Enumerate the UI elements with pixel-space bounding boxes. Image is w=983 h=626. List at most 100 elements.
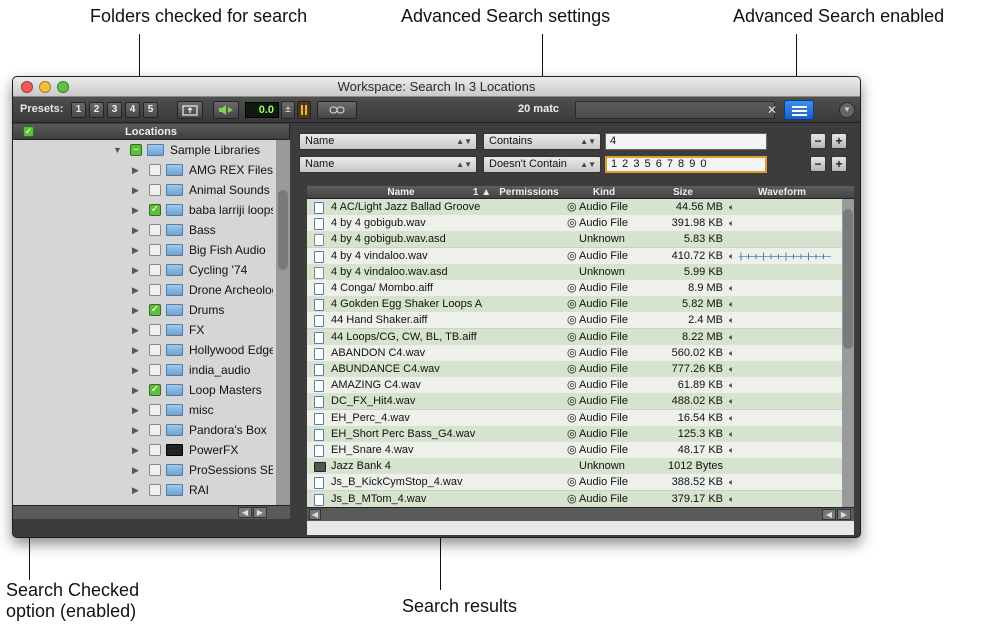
column-header-kind[interactable]: Kind — [569, 186, 639, 199]
results-horizontal-scrollbar[interactable]: ◀ ◀ ▶ — [307, 507, 854, 521]
column-header-size[interactable]: Size — [643, 186, 723, 199]
location-item[interactable]: ▶ ProSessions SE — [13, 460, 276, 480]
disclosure-right-icon[interactable]: ▶ — [132, 480, 139, 500]
results-scroll-left-icon[interactable]: ◀ — [309, 509, 321, 520]
location-item[interactable]: ▶ ✓ baba larriji loops — [13, 200, 276, 220]
locations-horizontal-scrollbar[interactable]: ◀ ▶ — [13, 505, 290, 519]
location-checkbox[interactable] — [149, 404, 161, 416]
result-row[interactable]: Js_B_MTom_4.wav ◎ Audio File 379.17 KB 🔈︎ — [307, 490, 842, 507]
location-item[interactable]: ▶ FX — [13, 320, 276, 340]
menu-dropdown-icon[interactable]: ▼ — [839, 102, 855, 118]
result-row[interactable]: EH_Snare 4.wav ◎ Audio File 48.17 KB 🔈︎ — [307, 442, 842, 459]
preset-button-1[interactable]: 1 — [71, 102, 86, 118]
location-checkbox[interactable] — [149, 244, 161, 256]
speaker-icon[interactable]: 🔈︎ — [729, 442, 734, 459]
speaker-icon[interactable]: 🔈︎ — [729, 345, 734, 362]
disclosure-right-icon[interactable]: ▶ — [132, 360, 139, 380]
location-checkbox[interactable] — [149, 484, 161, 496]
location-checkbox[interactable] — [149, 184, 161, 196]
location-item[interactable]: ▶ PowerFX — [13, 440, 276, 460]
preset-button-2[interactable]: 2 — [89, 102, 104, 118]
location-checkbox[interactable]: ✓ — [149, 384, 161, 396]
location-item[interactable]: ▼ – Sample Libraries — [13, 140, 276, 160]
disclosure-right-icon[interactable]: ▶ — [132, 280, 139, 300]
result-row[interactable]: 44 Loops/CG, CW, BL, TB.aiff ◎ Audio File… — [307, 328, 842, 346]
location-checkbox[interactable] — [149, 364, 161, 376]
volume-plus-minus-icon[interactable]: ± — [281, 101, 295, 119]
location-item[interactable]: ▶ ✓ Loop Masters — [13, 380, 276, 400]
speaker-icon[interactable]: 🔈︎ — [729, 199, 734, 216]
disclosure-right-icon[interactable]: ▶ — [132, 180, 139, 200]
speaker-icon[interactable]: 🔈︎ — [729, 296, 734, 313]
parent-folder-button[interactable] — [177, 101, 203, 119]
speaker-icon[interactable]: 🔈︎ — [729, 361, 734, 378]
column-header-waveform[interactable]: Waveform — [727, 186, 837, 199]
result-row[interactable]: AMAZING C4.wav ◎ Audio File 61.89 KB 🔈︎ — [307, 377, 842, 395]
location-checkbox[interactable] — [149, 284, 161, 296]
disclosure-right-icon[interactable]: ▶ — [132, 420, 139, 440]
result-row[interactable]: Jazz Bank 4 Unknown 1012 Bytes — [307, 458, 842, 476]
scroll-right-icon[interactable]: ▶ — [253, 507, 267, 518]
location-item[interactable]: ▶ ✓ Drums — [13, 300, 276, 320]
speaker-icon[interactable]: 🔈︎ — [729, 426, 734, 443]
result-row[interactable]: 4 AC/Light Jazz Ballad Groove ◎ Audio Fil… — [307, 199, 842, 216]
disclosure-right-icon[interactable]: ▶ — [132, 260, 139, 280]
speaker-icon[interactable]: 🔈︎ — [729, 377, 734, 394]
results-vertical-scrollbar[interactable] — [842, 199, 854, 507]
location-checkbox[interactable]: ✓ — [149, 304, 161, 316]
locations-scroll-thumb[interactable] — [278, 190, 288, 270]
location-item[interactable]: ▶ RAI — [13, 480, 276, 500]
speaker-icon[interactable]: 🔈︎ — [729, 491, 734, 507]
location-item[interactable]: ▶ Cycling '74 — [13, 260, 276, 280]
criteria-value-input-2[interactable]: 1 2 3 5 6 7 8 9 0 — [605, 156, 767, 173]
disclosure-right-icon[interactable]: ▶ — [132, 320, 139, 340]
preview-volume-display[interactable]: 0.0 — [245, 102, 279, 118]
location-item[interactable]: ▶ india_audio — [13, 360, 276, 380]
result-row[interactable]: Js_B_KickCymStop_4.wav ◎ Audio File 388.52… — [307, 474, 842, 492]
criteria-field-select-2[interactable]: Name ▲▼ — [299, 156, 477, 173]
remove-criteria-button-2[interactable]: − — [810, 156, 826, 172]
disclosure-right-icon[interactable]: ▶ — [132, 380, 139, 400]
preset-button-3[interactable]: 3 — [107, 102, 122, 118]
add-criteria-button-2[interactable]: + — [831, 156, 847, 172]
result-row[interactable]: 4 Gokden Egg Shaker Loops A ◎ Audio File 5… — [307, 296, 842, 314]
disclosure-right-icon[interactable]: ▶ — [132, 220, 139, 240]
disclosure-right-icon[interactable]: ▶ — [132, 160, 139, 180]
result-row[interactable]: ABUNDANCE C4.wav ◎ Audio File 777.26 KB 🔈︎ — [307, 361, 842, 378]
speaker-icon[interactable]: 🔈︎ — [729, 215, 734, 232]
result-row[interactable]: 4 by 4 vindaloo.wav.asd Unknown 5.99 KB — [307, 263, 842, 281]
location-item[interactable]: ▶ Animal Sounds — [13, 180, 276, 200]
speaker-icon[interactable]: 🔈︎ — [729, 280, 734, 297]
speaker-icon[interactable]: 🔈︎ — [729, 474, 734, 491]
location-checkbox[interactable] — [149, 344, 161, 356]
location-checkbox[interactable] — [149, 224, 161, 236]
add-criteria-button-1[interactable]: + — [831, 133, 847, 149]
result-row[interactable]: EH_Perc_4.wav ◎ Audio File 16.54 KB 🔈︎ — [307, 409, 842, 427]
scroll-left-icon[interactable]: ◀ — [238, 507, 252, 518]
disclosure-down-icon[interactable]: ▼ — [113, 140, 122, 160]
preset-button-5[interactable]: 5 — [143, 102, 158, 118]
column-header-permissions[interactable]: Permissions — [493, 186, 565, 199]
disclosure-right-icon[interactable]: ▶ — [132, 400, 139, 420]
location-checkbox[interactable] — [149, 264, 161, 276]
close-window-button[interactable] — [21, 81, 33, 93]
disclosure-right-icon[interactable]: ▶ — [132, 340, 139, 360]
results-scroll-right-icon[interactable]: ▶ — [837, 509, 851, 520]
results-scroll-thumb[interactable] — [843, 209, 853, 349]
location-item[interactable]: ▶ Pandora's Box — [13, 420, 276, 440]
criteria-field-select-1[interactable]: Name ▲▼ — [299, 133, 477, 150]
clear-search-icon[interactable]: ✕ — [765, 103, 779, 117]
result-row[interactable]: 4 by 4 gobigub.wav.asd Unknown 5.83 KB — [307, 231, 842, 249]
result-row[interactable]: 44 Hand Shaker.aiff ◎ Audio File 2.4 MB 🔈︎ — [307, 312, 842, 330]
preset-button-4[interactable]: 4 — [125, 102, 140, 118]
location-checkbox[interactable] — [149, 464, 161, 476]
result-row[interactable]: 4 by 4 vindaloo.wav ◎ Audio File 410.72 KB… — [307, 247, 842, 265]
location-item[interactable]: ▶ Big Fish Audio — [13, 240, 276, 260]
location-checkbox[interactable]: – — [130, 144, 142, 156]
preview-audio-button[interactable] — [213, 101, 239, 119]
disclosure-right-icon[interactable]: ▶ — [132, 440, 139, 460]
location-checkbox[interactable] — [149, 324, 161, 336]
minimize-window-button[interactable] — [39, 81, 51, 93]
location-checkbox[interactable] — [149, 424, 161, 436]
result-row[interactable]: EH_Short Perc Bass_G4.wav ◎ Audio File 125… — [307, 425, 842, 443]
